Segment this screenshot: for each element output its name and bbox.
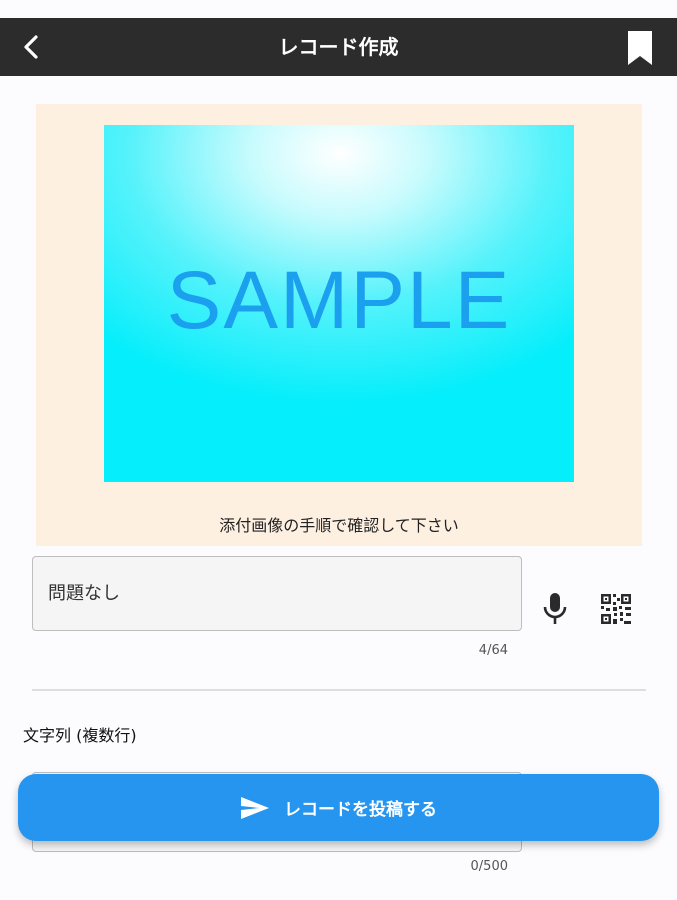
bookmark-icon	[628, 31, 652, 65]
page-title: レコード作成	[278, 35, 399, 59]
sample-image-text: SAMPLE	[166, 254, 512, 346]
character-counter-single: 4/64	[478, 643, 508, 658]
send-icon	[240, 795, 270, 821]
submit-record-button[interactable]: レコードを投稿する	[18, 774, 659, 841]
app-bar: レコード作成	[0, 18, 677, 76]
section-divider	[32, 689, 646, 691]
single-line-field[interactable]	[32, 556, 522, 631]
submit-label: レコードを投稿する	[284, 800, 437, 820]
bookmark-button[interactable]	[621, 28, 659, 68]
field-label-multi: 文字列 (複数行)	[23, 726, 137, 745]
attachment-panel: SAMPLE 添付画像の手順で確認して下さい	[36, 104, 642, 546]
qr-scan-button[interactable]	[598, 591, 634, 627]
character-counter-multi: 0/500	[470, 859, 508, 874]
microphone-icon	[543, 593, 567, 624]
single-line-input[interactable]	[48, 581, 498, 602]
image-caption: 添付画像の手順で確認して下さい	[219, 516, 459, 535]
voice-input-button[interactable]	[538, 589, 572, 629]
sample-image[interactable]: SAMPLE	[104, 125, 574, 482]
qr-code-icon	[601, 594, 631, 624]
